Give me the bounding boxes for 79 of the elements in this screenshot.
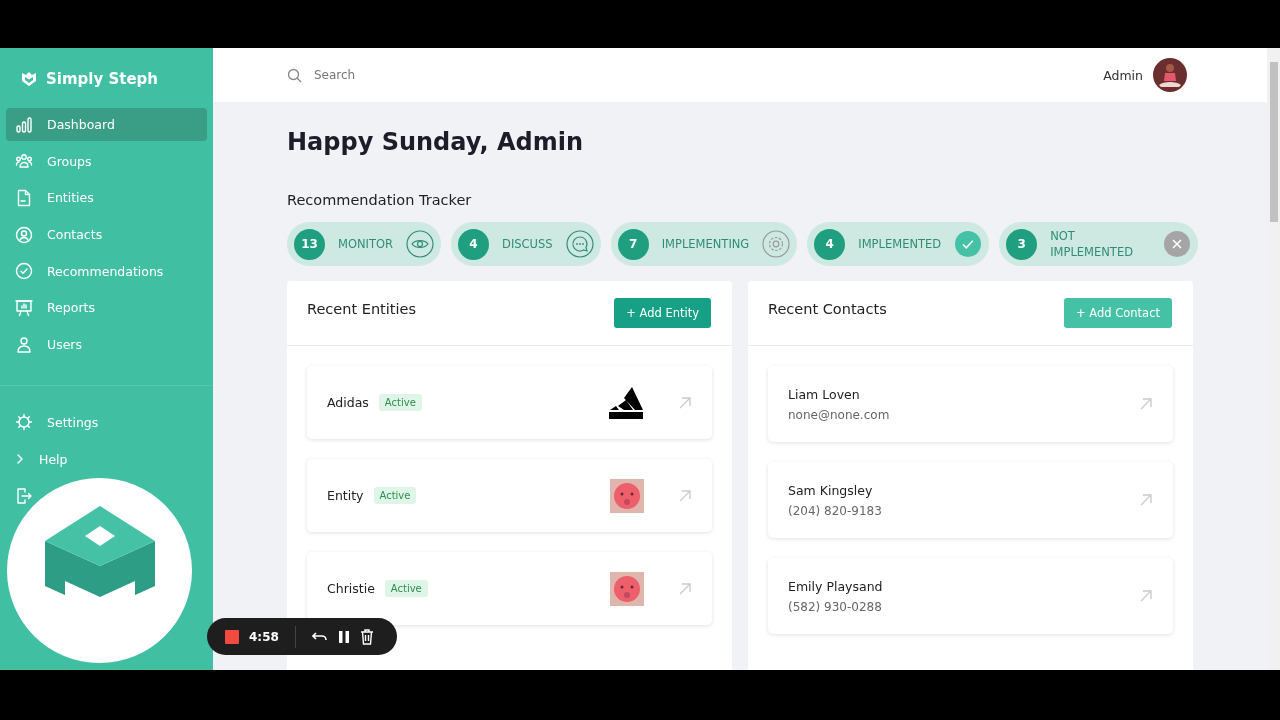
bar-chart-icon <box>15 115 33 134</box>
check-circle-icon <box>15 262 33 281</box>
arrow-up-right-icon[interactable] <box>678 581 692 596</box>
pause-icon[interactable] <box>337 629 350 644</box>
contact-detail: (204) 820-9183 <box>788 503 882 518</box>
trash-icon[interactable] <box>359 628 374 645</box>
chat-icon <box>565 230 594 258</box>
status-label: IMPLEMENTED <box>858 236 942 252</box>
contact-detail: (582) 930-0288 <box>788 599 883 614</box>
status-label: DISCUSS <box>502 236 553 252</box>
entity-name: Christie <box>327 581 375 596</box>
sidebar-item[interactable]: Dashboard <box>6 108 207 141</box>
section-title: Recommendation Tracker <box>287 192 473 208</box>
status-badge: Active <box>384 580 428 597</box>
scrollbar-thumb[interactable] <box>1269 62 1278 222</box>
user-circle-icon <box>15 225 33 244</box>
arrow-up-right-icon[interactable] <box>678 395 692 410</box>
status-pill[interactable]: 4 IMPLEMENTED <box>807 222 990 266</box>
contact-row[interactable]: Liam Loven none@none.com <box>768 366 1173 442</box>
gear-icon <box>762 230 791 258</box>
sidebar-item[interactable]: Recommendations <box>6 254 207 288</box>
document-icon <box>15 188 33 207</box>
add-entity-button[interactable]: + Add Entity <box>614 298 711 328</box>
arrow-up-right-icon[interactable] <box>1139 397 1153 411</box>
contact-name: Sam Kingsley <box>788 482 874 498</box>
greeting: Happy Sunday, Admin <box>287 128 585 156</box>
arrow-up-right-icon[interactable] <box>1139 493 1153 507</box>
eye-icon <box>406 230 435 258</box>
count-badge: 3 <box>1006 228 1038 260</box>
sidebar-item[interactable]: Contacts <box>6 218 207 252</box>
stripes-logo-icon <box>608 385 644 420</box>
count-badge: 13 <box>294 228 325 260</box>
close-circle-icon <box>1163 230 1192 258</box>
settings-icon <box>15 413 33 432</box>
user-name: Admin <box>1103 67 1143 83</box>
avatar[interactable] <box>1153 58 1187 92</box>
add-contact-button[interactable]: + Add Contact <box>1064 298 1172 328</box>
status-badge: Active <box>378 394 422 411</box>
count-badge: 4 <box>458 228 490 260</box>
logout-icon <box>15 486 33 505</box>
status-label: MONITOR <box>338 236 394 252</box>
count-badge: 4 <box>814 228 846 260</box>
presentation-icon <box>15 298 33 317</box>
count-badge: 7 <box>617 228 649 260</box>
arrow-up-right-icon[interactable] <box>678 488 692 503</box>
status-label: IMPLEMENTING <box>661 236 750 252</box>
contact-name: Liam Loven <box>788 386 861 402</box>
entity-row[interactable]: Adidas Active <box>307 366 712 439</box>
sidebar-item[interactable]: Users <box>6 328 207 362</box>
card-title: Recent Contacts <box>768 301 887 317</box>
entity-name: Adidas <box>327 395 369 410</box>
stop-icon[interactable] <box>225 629 239 644</box>
status-pill[interactable]: 4 DISCUSS <box>451 222 601 266</box>
contact-name: Emily Playsand <box>788 578 883 594</box>
group-icon <box>15 152 33 171</box>
entity-name: Entity <box>327 488 364 503</box>
user-icon <box>15 335 33 354</box>
card-title: Recent Entities <box>307 301 416 317</box>
recording-time: 4:58 <box>249 629 279 644</box>
status-label: NOT IMPLEMENTED <box>1050 228 1134 260</box>
brand-name: Simply Steph <box>46 70 159 88</box>
status-badge: Active <box>373 487 417 504</box>
sidebar-item[interactable]: Reports <box>6 291 207 325</box>
status-pill[interactable]: 7 IMPLEMENTING <box>610 222 798 266</box>
entity-row[interactable]: Entity Active <box>307 459 712 532</box>
arrow-up-right-icon[interactable] <box>1139 589 1153 603</box>
status-pill[interactable]: 3 NOT IMPLEMENTED <box>999 222 1199 266</box>
status-pill[interactable]: 13 MONITOR <box>287 222 442 266</box>
sidebar-item[interactable]: Groups <box>6 144 207 178</box>
sidebar-item[interactable]: Help <box>6 442 207 476</box>
check-circle-icon <box>954 230 983 258</box>
contact-row[interactable]: Sam Kingsley (204) 820-9183 <box>768 462 1173 538</box>
contact-detail: none@none.com <box>788 407 890 422</box>
search-icon <box>287 67 302 83</box>
sidebar-item[interactable]: Settings <box>6 405 207 439</box>
sidebar-item[interactable]: Entities <box>6 181 207 215</box>
shield-logo-icon <box>20 70 38 88</box>
contact-row[interactable]: Emily Playsand (582) 930-0288 <box>768 558 1173 634</box>
entity-row[interactable]: Christie Active <box>307 552 712 625</box>
